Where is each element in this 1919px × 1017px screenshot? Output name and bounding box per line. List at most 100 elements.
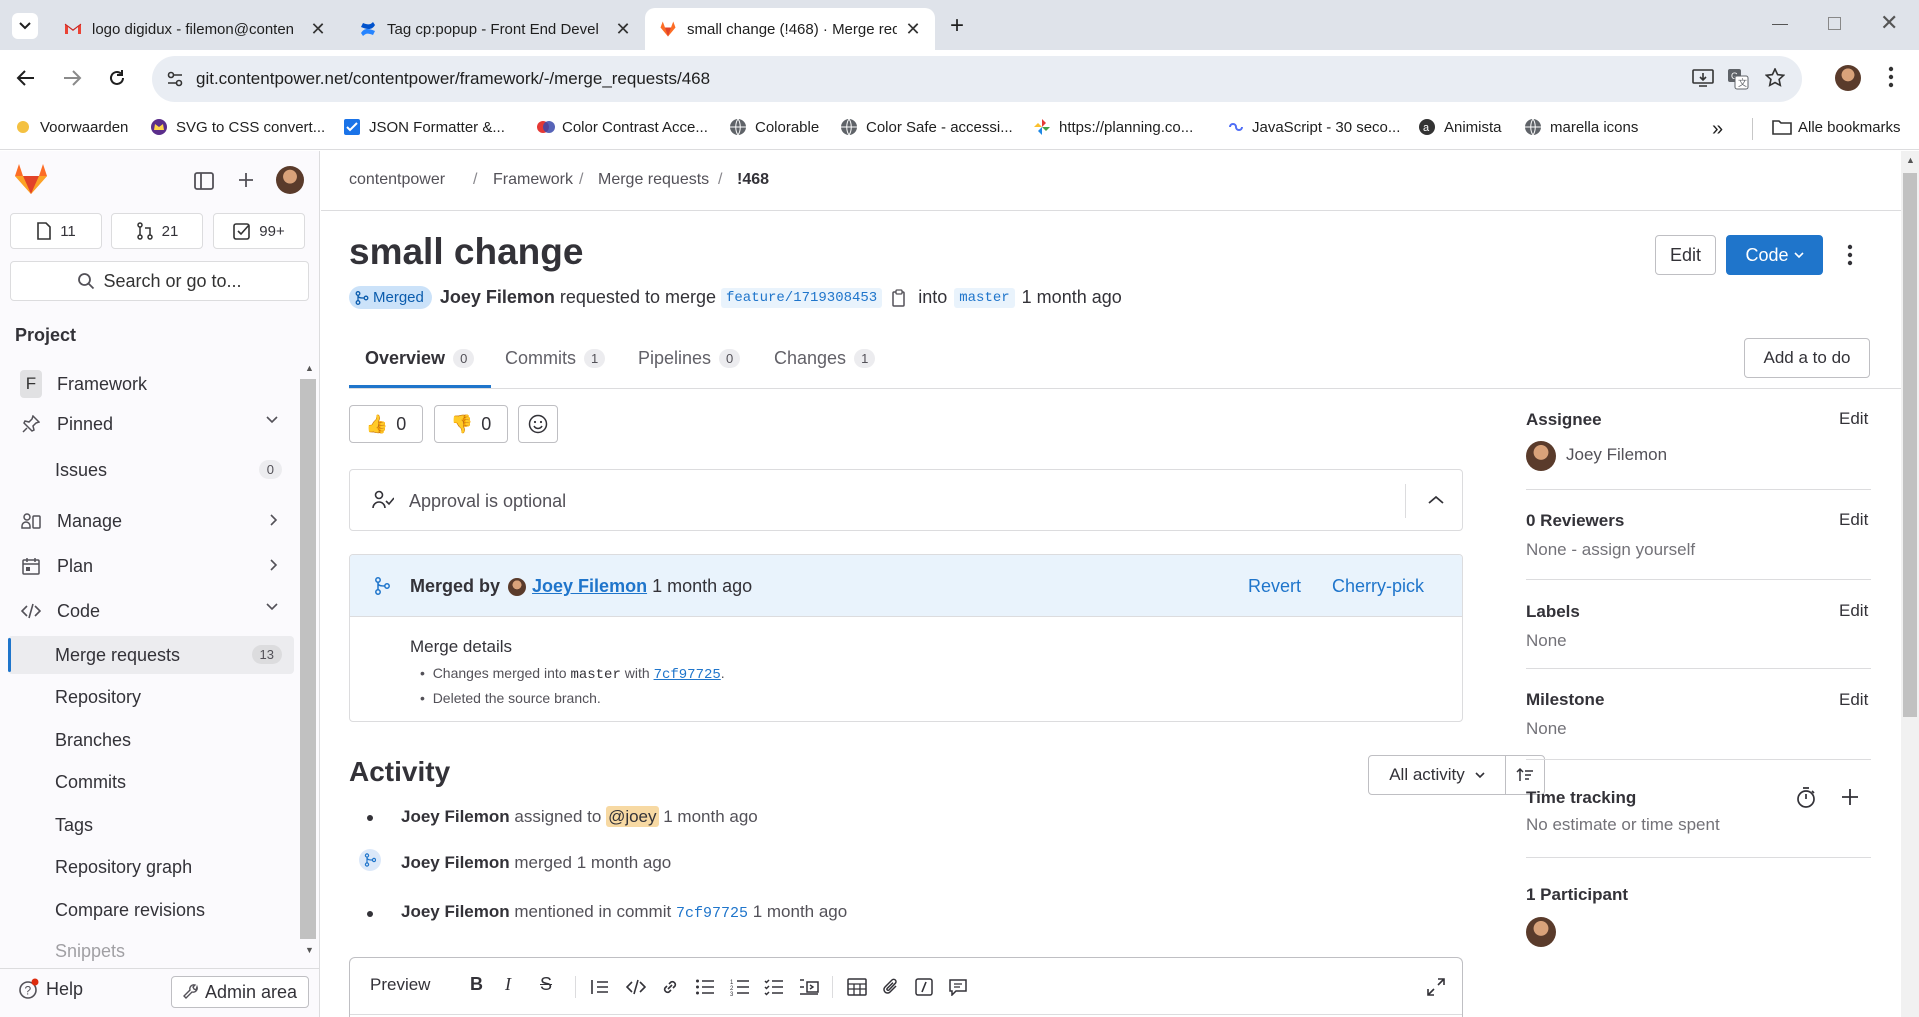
all-bookmarks[interactable]: Alle bookmarks — [1772, 118, 1901, 136]
code-dropdown-button[interactable]: Code — [1726, 235, 1823, 275]
bookmark-color-contrast[interactable]: Color Contrast Acce... — [536, 118, 708, 136]
todos-count[interactable]: 99+ — [213, 213, 305, 249]
commit-link[interactable]: 7cf97725 — [654, 667, 721, 683]
bold-icon[interactable]: B — [470, 974, 483, 995]
scroll-down-icon[interactable]: ▼ — [305, 945, 314, 955]
add-todo-button[interactable]: Add a to do — [1744, 338, 1870, 378]
revert-button[interactable]: Revert — [1248, 576, 1301, 597]
maximize-icon[interactable] — [1828, 17, 1841, 30]
reload-icon[interactable] — [107, 68, 127, 88]
link-icon[interactable] — [661, 978, 679, 996]
breadcrumb-link[interactable]: Framework — [493, 171, 573, 189]
search-or-go-to-button[interactable]: Search or go to... — [10, 261, 309, 301]
bookmark-svg-to-css[interactable]: SVG to CSS convert... — [150, 118, 325, 136]
tab-changes[interactable]: Changes 1 — [774, 348, 876, 369]
sidebar-item-commits[interactable]: Commits — [8, 763, 294, 801]
bookmark-marella-icons[interactable]: marella icons — [1524, 118, 1638, 136]
scrollbar-thumb[interactable] — [300, 379, 316, 939]
help-button[interactable]: ? Help — [18, 978, 83, 1000]
install-app-icon[interactable] — [1692, 68, 1714, 88]
sidebar-item-pinned[interactable]: Pinned — [8, 405, 294, 443]
bookmark-json-formatter[interactable]: JSON Formatter &... — [343, 118, 505, 136]
bookmark-javascript[interactable]: JavaScript - 30 seco... — [1226, 118, 1400, 136]
blockquote-icon[interactable] — [590, 978, 610, 996]
bookmark-voorwaarden[interactable]: Voorwaarden — [14, 118, 128, 136]
sidebar-item-branches[interactable]: Branches — [8, 721, 294, 759]
sidebar-item-manage[interactable]: Manage — [8, 502, 294, 540]
bookmark-colorable[interactable]: Colorable — [729, 118, 819, 136]
code-icon[interactable] — [626, 978, 646, 996]
user-mention[interactable]: @joey — [606, 806, 659, 827]
bookmark-star-icon[interactable] — [1765, 68, 1785, 88]
collapsible-section-icon[interactable] — [799, 978, 819, 996]
fullscreen-icon[interactable] — [1427, 978, 1445, 996]
merger-link[interactable]: Joey Filemon — [532, 576, 647, 597]
merge-requests-count[interactable]: 21 — [111, 213, 203, 249]
table-icon[interactable] — [847, 978, 867, 996]
sidebar-item-code[interactable]: Code — [8, 592, 294, 630]
create-new-icon[interactable] — [237, 171, 255, 189]
edit-milestone-button[interactable]: Edit — [1839, 690, 1868, 710]
close-tab-icon[interactable]: ✕ — [310, 19, 326, 40]
edit-assignee-button[interactable]: Edit — [1839, 409, 1868, 429]
copy-branch-icon[interactable] — [892, 288, 908, 307]
close-tab-icon[interactable]: ✕ — [905, 19, 921, 40]
assigned-issues-count[interactable]: 11 — [10, 213, 102, 249]
add-time-icon[interactable] — [1841, 788, 1859, 806]
cherry-pick-button[interactable]: Cherry-pick — [1332, 576, 1424, 597]
thumbsdown-button[interactable]: 👎 0 — [434, 405, 508, 443]
commit-link[interactable]: 7cf97725 — [676, 905, 748, 922]
sidebar-item-issues[interactable]: Issues 0 — [8, 451, 294, 489]
sidebar-item-merge-requests[interactable]: Merge requests 13 — [8, 636, 294, 674]
sidebar-item-tags[interactable]: Tags — [8, 806, 294, 844]
italic-icon[interactable]: I — [505, 974, 511, 995]
close-tab-icon[interactable]: ✕ — [615, 19, 631, 40]
browser-tab-confluence[interactable]: Tag cp:popup - Front End Devel ✕ — [345, 8, 645, 50]
attach-file-icon[interactable] — [882, 978, 900, 996]
sidebar-item-compare-revisions[interactable]: Compare revisions — [8, 891, 294, 929]
thumbsup-button[interactable]: 👍 0 — [349, 405, 423, 443]
tab-overview[interactable]: Overview 0 — [365, 348, 475, 369]
forward-icon[interactable] — [62, 68, 82, 88]
activity-user[interactable]: Joey Filemon — [401, 853, 510, 872]
edit-reviewers-button[interactable]: Edit — [1839, 510, 1868, 530]
author-link[interactable]: Joey Filemon — [440, 287, 555, 308]
back-icon[interactable] — [16, 68, 36, 88]
sidebar-item-repository-graph[interactable]: Repository graph — [8, 848, 294, 886]
preview-tab[interactable]: Preview — [370, 975, 430, 995]
sidebar-scrollbar[interactable]: ▲ ▼ — [300, 363, 316, 963]
assignee-name[interactable]: Joey Filemon — [1566, 445, 1667, 465]
toggle-sidebar-icon[interactable] — [194, 172, 214, 190]
target-branch[interactable]: master — [954, 287, 1015, 308]
bookmark-planning[interactable]: https://planning.co... — [1033, 118, 1193, 136]
task-list-icon[interactable] — [764, 978, 784, 996]
reviewers-value[interactable]: None - assign yourself — [1526, 540, 1695, 560]
quick-actions-icon[interactable] — [915, 978, 933, 996]
scroll-up-icon[interactable]: ▲ — [305, 363, 314, 373]
edit-button[interactable]: Edit — [1655, 235, 1716, 275]
close-window-icon[interactable]: ✕ — [1880, 10, 1898, 36]
user-avatar[interactable] — [276, 166, 304, 194]
browser-tab-gmail[interactable]: logo digidux - filemon@conten ✕ — [50, 8, 340, 50]
strikethrough-icon[interactable]: S — [540, 974, 552, 995]
gitlab-logo[interactable] — [14, 163, 48, 195]
tab-pipelines[interactable]: Pipelines 0 — [638, 348, 741, 369]
bookmark-color-safe[interactable]: Color Safe - accessi... — [840, 118, 1013, 136]
sidebar-item-plan[interactable]: Plan — [8, 547, 294, 585]
minimize-icon[interactable] — [1772, 24, 1788, 25]
assignee-avatar[interactable] — [1526, 441, 1556, 471]
numbered-list-icon[interactable]: 123 — [730, 978, 750, 996]
activity-user[interactable]: Joey Filemon — [401, 902, 510, 921]
url-bar[interactable]: git.contentpower.net/contentpower/framew… — [152, 56, 1802, 102]
activity-user[interactable]: Joey Filemon — [401, 807, 510, 826]
admin-area-button[interactable]: Admin area — [171, 976, 309, 1008]
edit-labels-button[interactable]: Edit — [1839, 601, 1868, 621]
scroll-up-icon[interactable]: ▲ — [1906, 155, 1915, 165]
translate-icon[interactable]: G文 — [1727, 68, 1749, 90]
browser-tab-gitlab[interactable]: small change (!468) · Merge req ✕ — [645, 8, 935, 50]
breadcrumb-link[interactable]: Merge requests — [598, 171, 709, 189]
breadcrumb-link[interactable]: contentpower — [349, 171, 445, 189]
comment-template-icon[interactable] — [948, 978, 968, 996]
more-actions-icon[interactable] — [1847, 244, 1853, 266]
sidebar-item-snippets[interactable]: Snippets — [8, 932, 294, 970]
